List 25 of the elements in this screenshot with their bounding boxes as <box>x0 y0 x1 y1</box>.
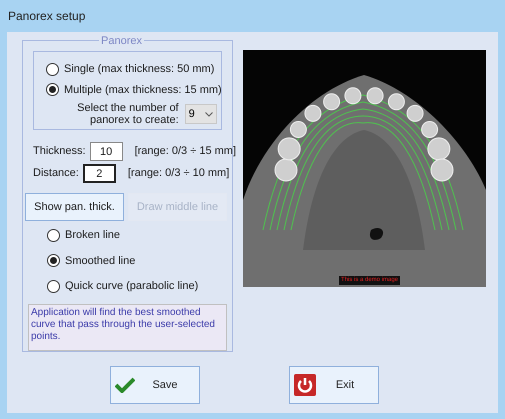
action-button[interactable]: Show pan. thick. <box>25 193 124 221</box>
field-label: Distance: <box>33 166 80 182</box>
chevron-down-icon <box>205 112 213 116</box>
radio-button[interactable] <box>47 228 60 242</box>
count-label: Select the number of panorex to create: <box>76 102 179 126</box>
window-title: Panorex setup <box>8 8 86 25</box>
field-label: Thickness: <box>33 144 87 160</box>
line-type-radio[interactable]: Quick curve (parabolic line) <box>47 278 222 294</box>
description-box: Application will find the best smoothed curve that pass through the user-selected points. <box>28 304 227 351</box>
power-icon <box>294 374 316 396</box>
count-dropdown[interactable]: 9 <box>184 104 217 124</box>
range-hint: [range: 0/3 ÷ 15 mm] <box>134 144 236 160</box>
number-field[interactable]: 10 <box>90 142 123 161</box>
range-hint: [range: 0/3 ÷ 10 mm] <box>128 166 230 182</box>
radio-button[interactable] <box>46 83 59 96</box>
save-button[interactable]: Save <box>110 366 200 404</box>
line-type-radio[interactable]: Smoothed line <box>47 252 222 269</box>
line-type-radio[interactable]: Broken line <box>47 227 222 244</box>
number-field[interactable]: 2 <box>82 164 116 183</box>
exit-button[interactable]: Exit <box>289 366 379 404</box>
radio-button[interactable] <box>47 254 60 268</box>
checkmark-icon <box>115 377 135 393</box>
radio-button[interactable] <box>47 280 60 293</box>
radio-button[interactable] <box>46 62 59 76</box>
mode-radio[interactable]: Single (max thickness: 50 mm) <box>46 61 217 78</box>
